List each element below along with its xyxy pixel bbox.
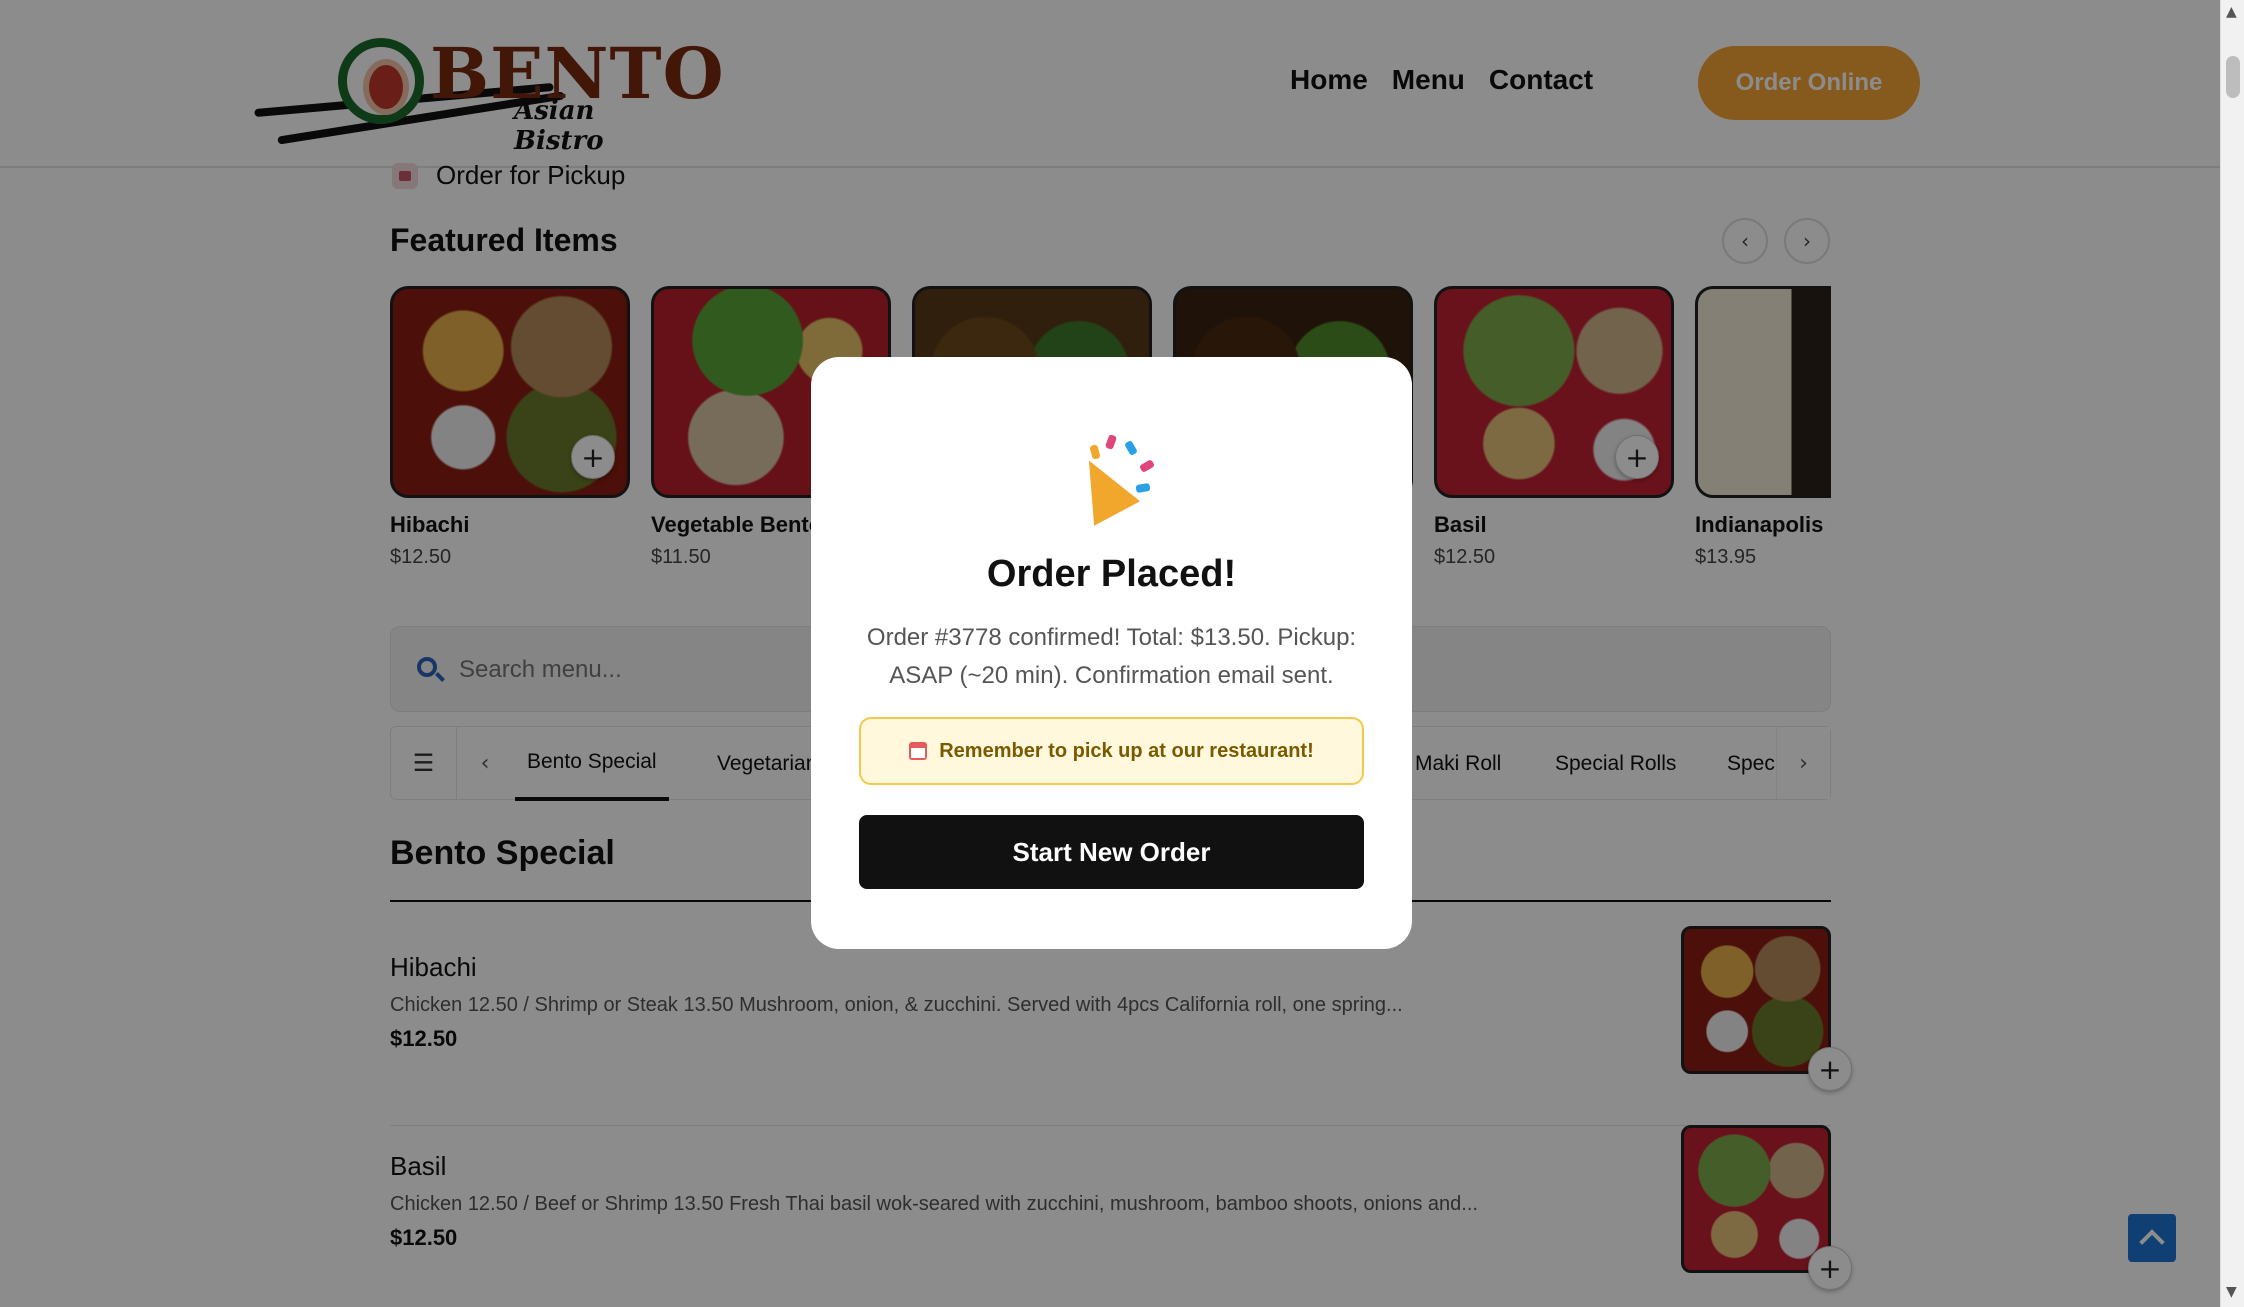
pickup-reminder-banner: Remember to pick up at our restaurant! (859, 717, 1364, 785)
confetti-shape (1104, 434, 1118, 450)
confetti-shape (1135, 482, 1151, 494)
confetti-shape (1089, 444, 1101, 460)
confetti-shape (1124, 439, 1138, 457)
scroll-down-arrow-icon[interactable]: ▼ (2226, 1284, 2237, 1300)
scrollbar-thumb[interactable] (2226, 56, 2240, 98)
scroll-up-arrow-icon[interactable]: ▲ (2226, 4, 2237, 20)
modal-message: Order #3778 confirmed! Total: $13.50. Pi… (866, 624, 1357, 689)
modal-title: Order Placed! (986, 553, 1237, 595)
confetti-shape (1138, 459, 1156, 473)
reminder-text: Remember to pick up at our restaurant! (939, 739, 1314, 762)
start-new-order-button[interactable]: Start New Order (859, 815, 1364, 889)
popper-cone-shape (1065, 448, 1141, 526)
party-popper-icon (1065, 431, 1159, 526)
order-confirmation-modal: Order Placed! Order #3778 confirmed! Tot… (811, 357, 1412, 949)
page-scrollbar[interactable] (2220, 0, 2244, 1307)
calendar-icon (909, 742, 928, 760)
